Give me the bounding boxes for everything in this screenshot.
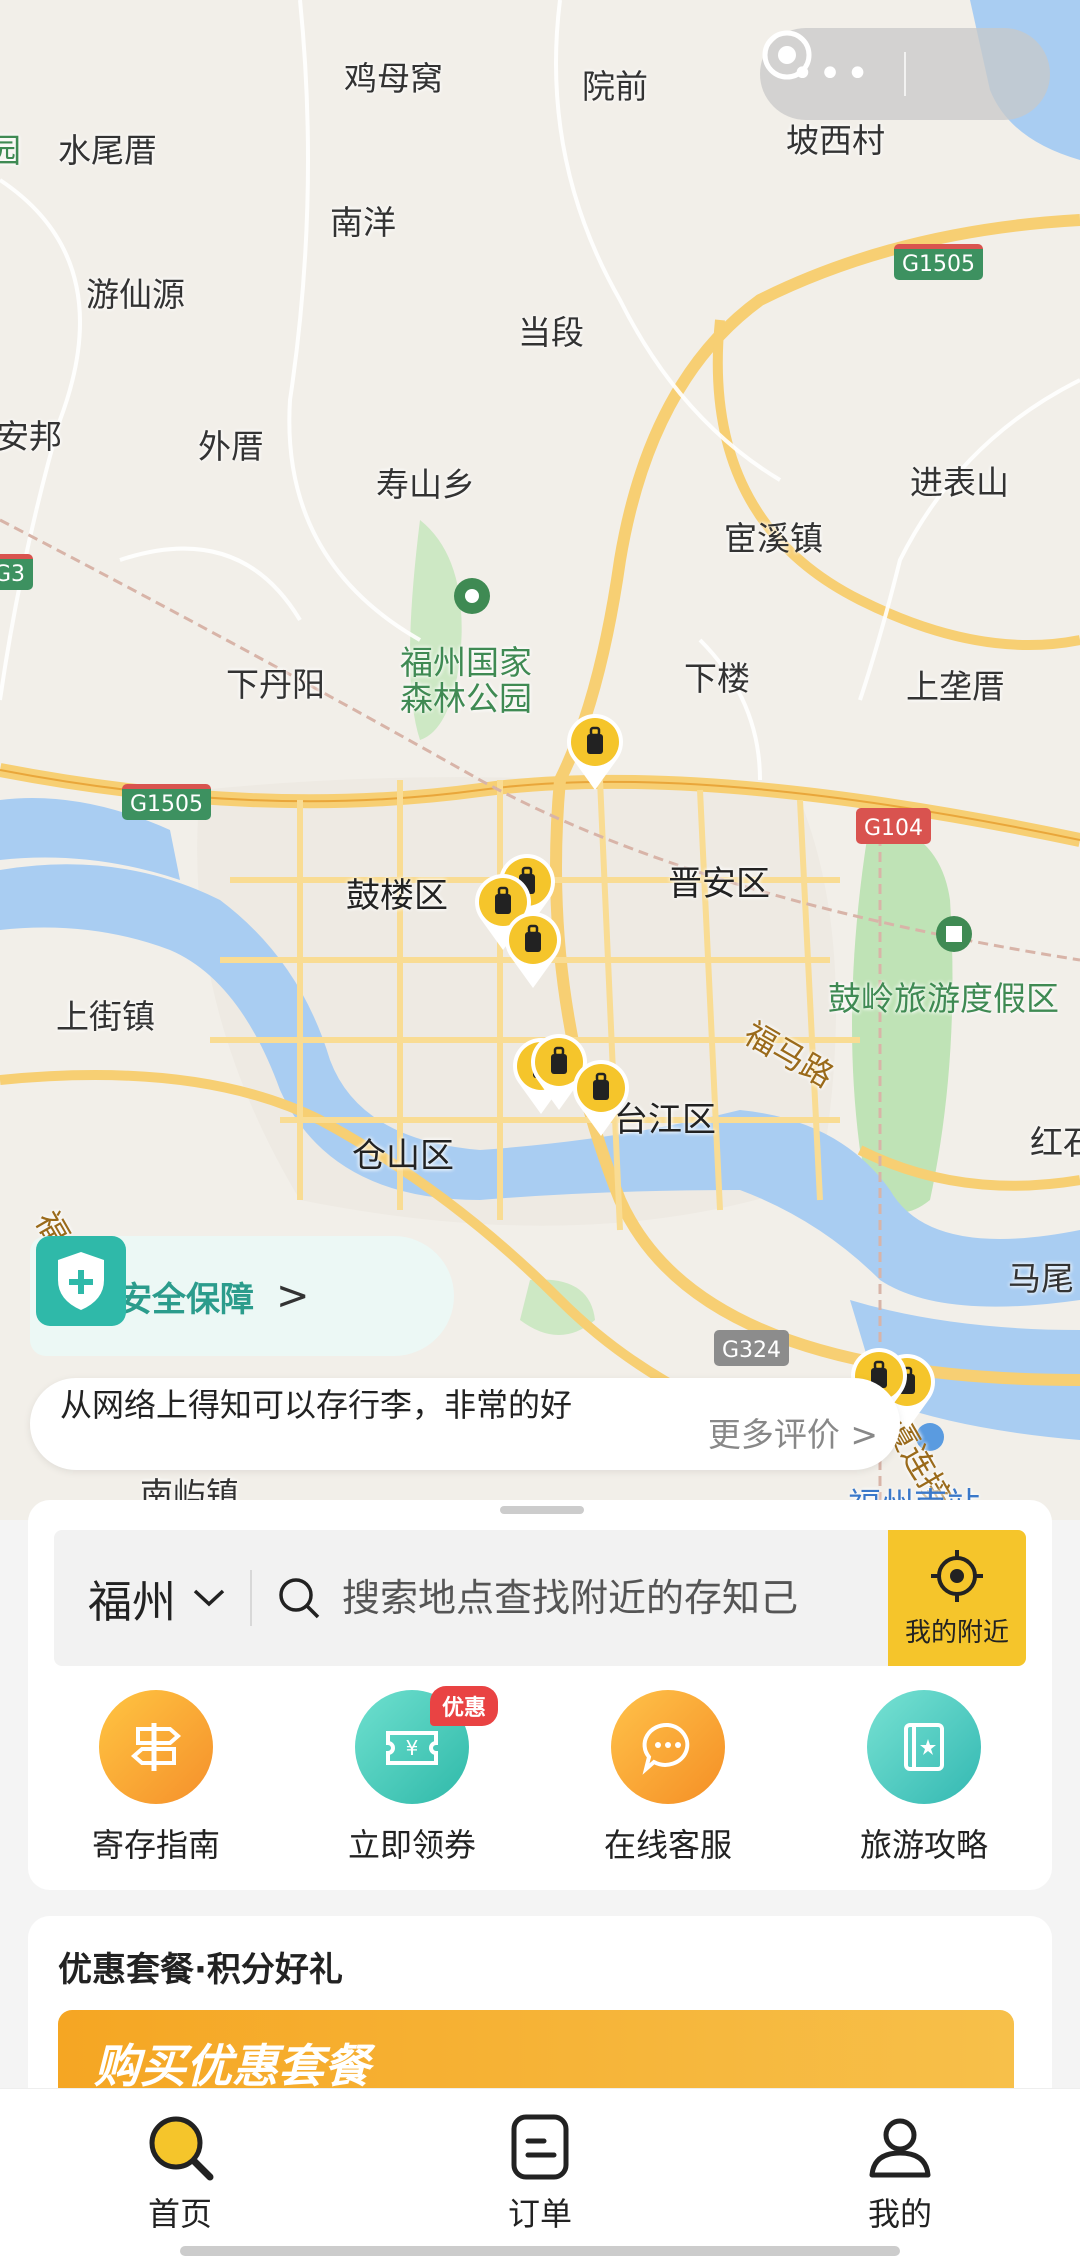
my-nearby-button[interactable]: 我的附近 [888,1530,1026,1666]
map-label-hongshan: 红石 [1030,1123,1080,1162]
feature-label: 寄存指南 [91,1826,220,1864]
map-label-guling: 鼓岭旅游度假区 [828,979,1059,1018]
search-icon [149,2116,214,2181]
luggage-storage-pin[interactable] [500,908,566,990]
tab-label: 首页 [147,2195,212,2233]
more-reviews-link[interactable]: 更多评价 > [708,1408,878,1456]
map-label-yuan-edge: 园 [0,131,21,170]
promo-banner-text: 购买优惠套餐 [94,2039,370,2093]
city-selector[interactable]: 福州 [54,1566,226,1630]
map-label-gulou: 鼓楼区 [346,876,448,916]
map-label-park-2: 森林公园 [400,679,532,718]
my-nearby-label: 我的附近 [904,1617,1009,1648]
map-view[interactable]: 鸡母窝 院前 坡西村 园 水尾厝 南洋 游仙源 当段 安邦 外厝 寿山乡 进表山… [0,0,1080,1520]
highway-shield-g1505: G1505 [122,784,212,820]
highway-shield-g104: G104 [856,808,932,844]
map-label-anbang: 安邦 [0,417,62,456]
map-label-yuanqian: 院前 [582,67,648,106]
capsule-divider [904,52,906,96]
chevron-down-icon [193,1589,225,1607]
feature-label: 旅游攻略 [859,1826,988,1864]
search-icon [279,1578,320,1619]
chat-icon [611,1690,725,1804]
tab-label: 订单 [507,2195,572,2233]
locate-crosshair-icon [931,1549,983,1602]
map-label-youxianyuan: 游仙源 [86,275,185,314]
svg-text:¥: ¥ [406,1736,419,1760]
map-label-dangduan: 当段 [518,313,584,352]
search-input[interactable] [342,1576,822,1620]
map-label-shuiweicuo: 水尾厝 [58,131,157,170]
feature-storage-guide[interactable]: 寄存指南 [28,1690,284,1866]
city-name: 福州 [88,1577,176,1628]
map-label-jinbiaoshan: 进表山 [910,463,1009,502]
luggage-storage-pin[interactable] [562,710,628,792]
home-indicator [180,2246,900,2256]
chevron-right-icon: > [276,1273,310,1319]
feature-claim-coupon[interactable]: ¥ 优惠 立即领券 [284,1686,540,1866]
search-bar: 福州 我的附近 [54,1530,1026,1666]
map-label-waicuo: 外厝 [198,427,264,466]
review-quote: 从网络上得知可以存行李，非常的好 [60,1386,573,1424]
map-label-poxicun: 坡西村 [786,121,885,160]
feature-grid: 寄存指南 ¥ 优惠 立即领券 在线客服 旅游攻略 [28,1686,1052,1866]
feature-online-support[interactable]: 在线客服 [540,1690,796,1866]
highway-shield-g1505: G1505 [894,244,984,280]
tab-profile[interactable]: 我的 [720,2089,1080,2256]
target-circle-icon [762,30,812,80]
tab-home[interactable]: 首页 [0,2089,360,2256]
bottom-sheet: 福州 我的附近 寄存指南 [28,1500,1052,1890]
map-label-shangguicuo: 上垄厝 [906,667,1005,706]
storage-safety-banner[interactable]: 寄存安全保障 > [30,1236,454,1356]
profile-icon [869,2118,931,2178]
tab-bar: 首页 订单 我的 [0,2088,1080,2256]
map-label-cangshan: 仓山区 [352,1136,454,1176]
map-label-nanyang: 南洋 [330,203,396,242]
promo-title: 优惠套餐·积分好礼 [58,1950,343,1990]
feature-label: 在线客服 [603,1826,732,1864]
map-label-shoushanxiang: 寿山乡 [376,465,475,504]
map-label-jimuwo: 鸡母窝 [344,59,443,98]
feature-label: 立即领券 [347,1826,476,1864]
highway-shield-g324: G324 [714,1330,790,1366]
feature-travel-guide[interactable]: 旅游攻略 [796,1690,1052,1866]
order-icon [511,2114,569,2180]
map-label-shangjie: 上街镇 [56,997,155,1036]
signpost-icon [99,1690,213,1804]
shield-plus-icon [36,1236,126,1326]
map-label-huanxizhen: 宦溪镇 [724,519,823,558]
tab-label: 我的 [867,2195,932,2233]
miniprogram-capsule: ••• [760,28,1050,120]
discount-badge: 优惠 [430,1686,499,1726]
map-label-xialou: 下楼 [684,659,750,698]
search-field[interactable] [252,1530,888,1666]
map-label-mawei: 马尾 [1008,1259,1074,1298]
luggage-storage-pin[interactable] [568,1056,634,1138]
map-label-xiadanyang: 下丹阳 [226,665,325,704]
tab-orders[interactable]: 订单 [360,2089,720,2256]
review-bubble[interactable]: 从网络上得知可以存行李，非常的好 更多评价 > [30,1378,900,1470]
map-label-jinan: 晋安区 [668,864,770,904]
guidebook-icon [867,1690,981,1804]
highway-shield-g3: G3 [0,554,34,590]
drag-handle[interactable] [500,1506,584,1514]
